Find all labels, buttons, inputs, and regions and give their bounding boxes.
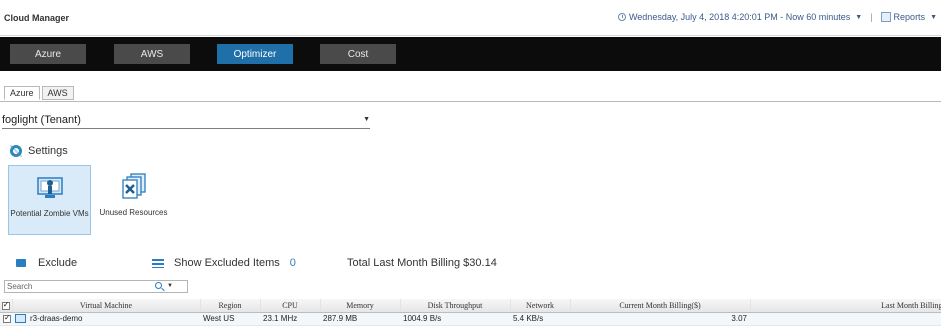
card-potential-zombie-vms[interactable]: Potential Zombie VMs [8,165,91,235]
table-row[interactable]: r3-draas-demo West US 23.1 MHz 287.9 MB … [0,312,941,326]
tab-azure[interactable]: Azure [4,86,40,100]
column-header[interactable]: Network [510,299,571,313]
exclude-icon [16,259,26,267]
vm-cell[interactable]: r3-draas-demo [12,312,200,326]
cpu-cell: 23.1 MHz [260,312,320,326]
column-header[interactable]: Current Month Billing($) [570,299,751,313]
time-range-selector[interactable]: Wednesday, July 4, 2018 4:20:01 PM - Now… [629,12,850,22]
title-bar: Cloud Manager Wednesday, July 4, 2018 4:… [0,0,941,36]
card-label: Potential Zombie VMs [10,209,89,218]
app-title: Cloud Manager [4,13,70,23]
list-icon [152,258,164,268]
chevron-down-icon[interactable]: ▼ [855,14,862,21]
settings-link[interactable]: Settings [10,145,68,157]
card-unused-resources[interactable]: Unused Resources [92,165,175,235]
column-header[interactable]: Memory [320,299,401,313]
chevron-down-icon[interactable]: ▼ [930,14,937,21]
zombie-vm-icon [36,177,63,198]
row-checkbox[interactable] [0,312,12,326]
tenant-value: foglight (Tenant) [2,114,81,126]
settings-label: Settings [28,145,68,157]
nav-aws[interactable]: AWS [114,44,190,64]
exclude-label: Exclude [38,257,78,269]
column-header[interactable]: Last Month Billing [750,299,941,313]
vm-table: Virtual Machine Region CPU Memory Disk T… [0,299,941,326]
nav-cost[interactable]: Cost [320,44,396,64]
column-header[interactable]: Virtual Machine [12,299,201,313]
show-excluded-items-button[interactable]: Show Excluded Items 0 [152,257,296,269]
network-cell: 5.4 KB/s [510,312,570,326]
chevron-down-icon[interactable]: ▼ [167,283,173,289]
column-header[interactable]: CPU [260,299,321,313]
memory-cell: 287.9 MB [320,312,400,326]
search-placeholder: Search [7,282,33,291]
tenant-selector[interactable]: foglight (Tenant) ▼ [2,113,370,129]
vm-icon [15,314,26,324]
nav-optimizer[interactable]: Optimizer [217,44,293,64]
region-cell: West US [200,312,260,326]
chevron-down-icon[interactable]: ▼ [363,116,370,123]
gear-icon [10,145,22,157]
total-billing: Total Last Month Billing $30.14 [347,257,497,269]
disk-cell: 1004.9 B/s [400,312,510,326]
title-bar-right: Wednesday, July 4, 2018 4:20:01 PM - Now… [617,12,937,22]
last-billing-cell [750,312,941,326]
current-billing-cell: 3.07 [570,312,750,326]
exclude-button[interactable]: Exclude [16,257,77,269]
card-label: Unused Resources [99,208,168,217]
select-all-checkbox[interactable] [0,299,13,313]
nav-azure[interactable]: Azure [10,44,86,64]
column-header[interactable]: Disk Throughput [400,299,511,313]
clock-icon [617,13,626,21]
table-header-row: Virtual Machine Region CPU Memory Disk T… [0,299,941,313]
tab-aws[interactable]: AWS [41,86,74,100]
top-nav: Azure AWS Optimizer Cost [0,37,941,71]
reports-icon [880,12,891,22]
vm-name: r3-draas-demo [30,313,83,323]
excluded-count: 0 [289,257,296,269]
action-bar: Exclude Show Excluded Items 0 Total Last… [0,255,941,271]
search-icon[interactable] [155,282,162,289]
tenant-underline [2,128,370,129]
provider-tabs: Azure AWS [4,86,76,100]
unused-resources-icon [121,173,146,199]
reports-menu[interactable]: Reports [894,12,926,22]
search-input[interactable]: Search ▼ [4,280,188,293]
show-excluded-label: Show Excluded Items [174,257,280,269]
tab-divider [0,101,941,102]
separator: | [870,12,873,22]
column-header[interactable]: Region [200,299,261,313]
